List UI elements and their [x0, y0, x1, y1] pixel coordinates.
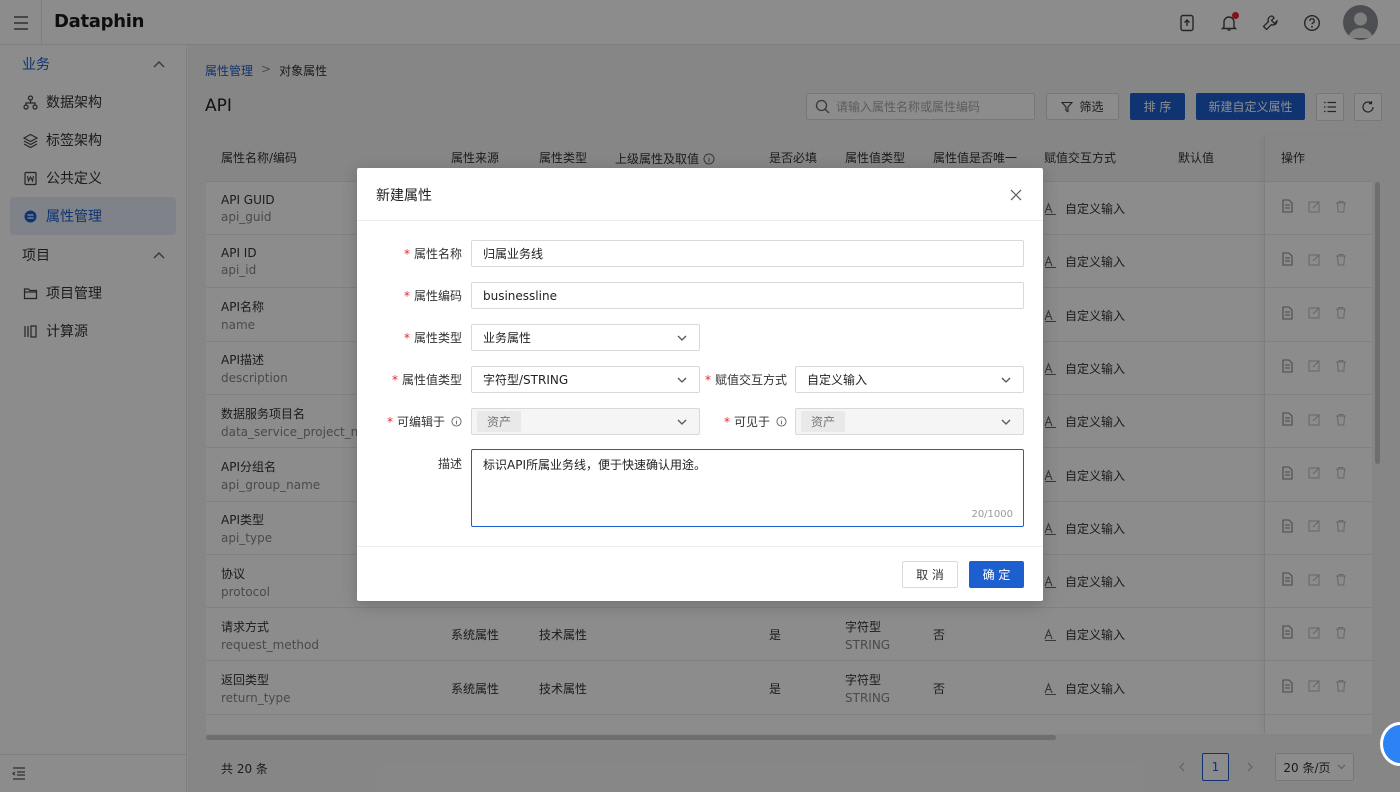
dialog-footer-divider	[357, 546, 1043, 547]
visible-in-select[interactable]: 资产	[795, 408, 1024, 435]
select-value: 自定义输入	[807, 373, 868, 387]
interaction-mode-select[interactable]: 自定义输入	[795, 366, 1024, 393]
editable-in-label: * 可编辑于	[357, 408, 462, 435]
attribute-name-input[interactable]: 归属业务线	[471, 240, 1024, 267]
attribute-code-input[interactable]: businessline	[471, 282, 1024, 309]
description-text: 标识API所属业务线，便于快速确认用途。	[483, 458, 706, 472]
label-text: 属性编码	[413, 289, 462, 303]
label-text: 属性名称	[413, 247, 462, 261]
info-icon[interactable]	[776, 416, 787, 427]
label-text: 可编辑于	[396, 415, 445, 429]
editable-in-select[interactable]: 资产	[471, 408, 700, 435]
new-attribute-dialog: 新建属性 * 属性名称 归属业务线 * 属性编码 businessline * 属性类…	[357, 168, 1043, 601]
selected-tag: 资产	[477, 411, 522, 432]
attribute-type-label: * 属性类型	[403, 330, 462, 346]
value-type-label: * 属性值类型	[391, 372, 462, 388]
selected-tag: 资产	[801, 411, 846, 432]
label-text: 可见于	[733, 415, 770, 429]
attribute-type-select[interactable]: 业务属性	[471, 324, 700, 351]
visible-in-label: * 可见于	[700, 408, 787, 435]
chevron-down-icon	[677, 419, 687, 425]
attribute-code-label: * 属性编码	[403, 288, 462, 304]
info-icon[interactable]	[451, 416, 462, 427]
description-label: 描述	[437, 457, 462, 471]
chevron-down-icon	[677, 335, 687, 341]
interaction-mode-label: * 赋值交互方式	[704, 372, 787, 388]
dialog-header-divider	[357, 220, 1043, 221]
chevron-down-icon	[677, 377, 687, 383]
label-text: 属性类型	[413, 331, 462, 345]
confirm-button[interactable]: 确 定	[969, 561, 1024, 588]
character-counter: 20/1000	[971, 509, 1013, 520]
close-icon[interactable]	[1008, 187, 1024, 203]
value-type-select[interactable]: 字符型/STRING	[471, 366, 700, 393]
select-value: 业务属性	[483, 331, 532, 345]
description-textarea[interactable]: 标识API所属业务线，便于快速确认用途。 20/1000	[471, 449, 1024, 527]
chevron-down-icon	[1001, 377, 1011, 383]
dialog-title: 新建属性	[376, 188, 432, 204]
chevron-down-icon	[1001, 419, 1011, 425]
label-text: 赋值交互方式	[714, 373, 787, 387]
cancel-button[interactable]: 取 消	[902, 561, 958, 588]
label-text: 属性值类型	[401, 373, 462, 387]
select-value: 字符型/STRING	[483, 373, 569, 387]
attribute-name-label: * 属性名称	[403, 246, 462, 262]
